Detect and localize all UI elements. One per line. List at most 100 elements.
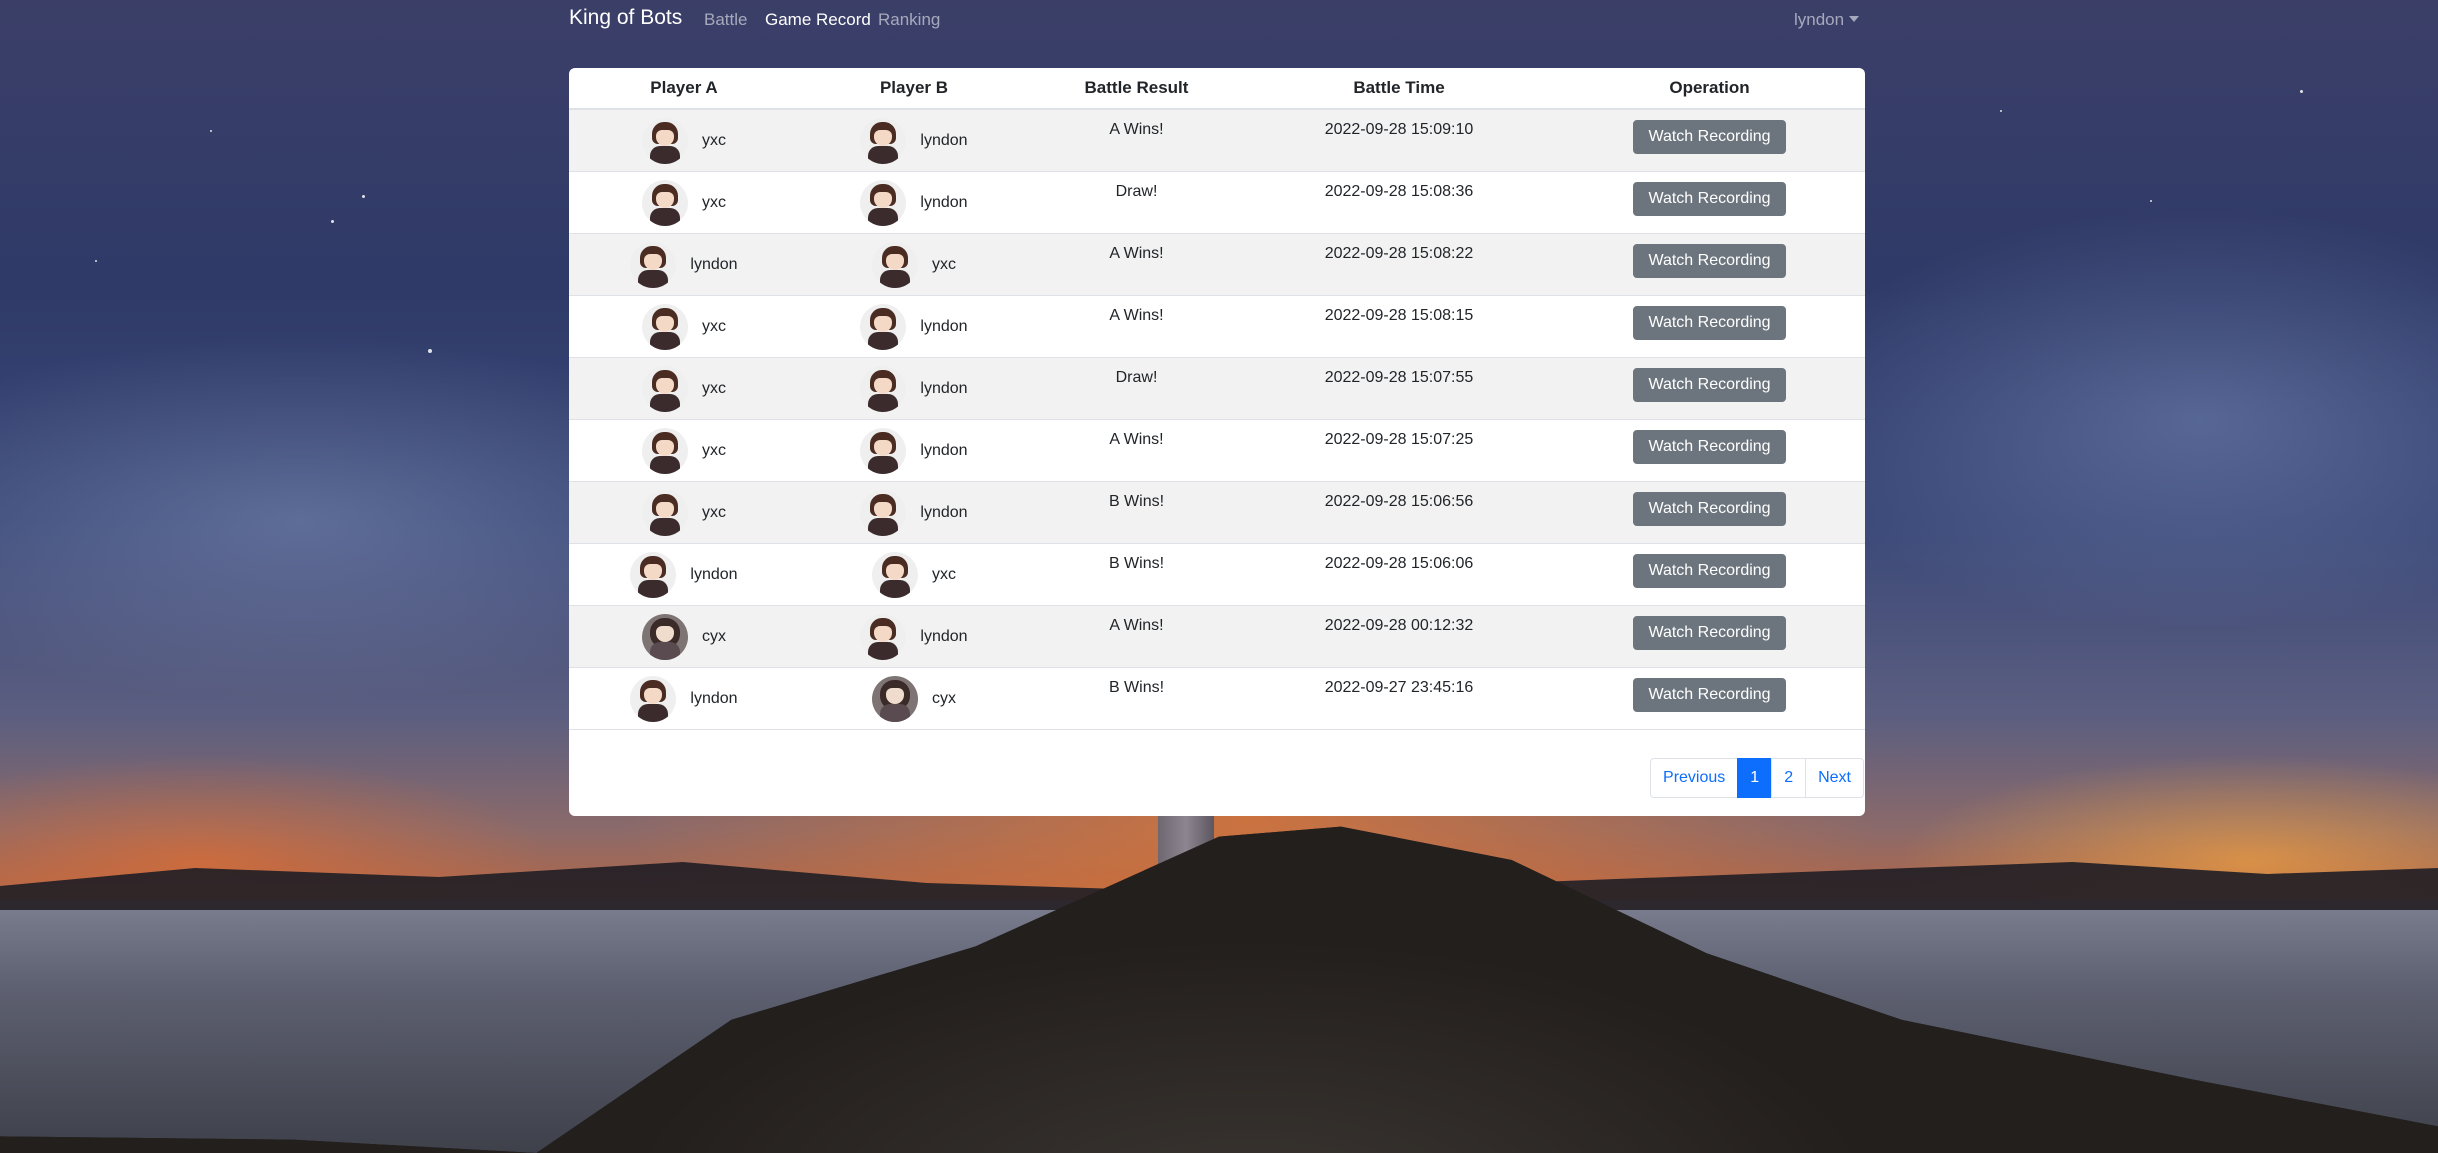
battle-result: Draw! [1115,182,1158,200]
avatar [860,427,907,474]
table-row: cyx lyndon A Wins! 2022-09-28 00:12:32 Watch… [569,605,1865,668]
avatar-body [868,517,899,536]
watch-recording-button[interactable]: Watch Recording [1633,677,1786,712]
avatar [642,118,688,164]
battle-result: A Wins! [1109,244,1164,262]
avatar-face [656,501,674,518]
player-a-name: yxc [702,132,726,149]
watch-recording-button[interactable]: Watch Recording [1633,429,1786,464]
header-battle-time: Battle Time [1244,68,1554,110]
watch-recording-button[interactable]: Watch Recording [1633,305,1786,340]
pagination-page-2[interactable]: 2 [1771,758,1807,798]
battle-time: 2022-09-28 15:06:56 [1324,492,1474,510]
pagination-next[interactable]: Next [1805,758,1864,798]
battle-time: 2022-09-28 15:08:22 [1324,244,1474,262]
avatar [630,241,677,288]
table-row: yxc lyndon A Wins! 2022-09-28 15:09:10 Watch… [569,109,1865,172]
avatar-face [886,253,904,270]
battle-result: A Wins! [1109,121,1164,138]
cell-battle-time: 2022-09-27 23:45:16 [1244,667,1554,730]
cell-battle-time: 2022-09-28 15:06:56 [1244,481,1554,544]
cell-player-b: yxc [799,543,1029,606]
cell-battle-time: 2022-09-28 15:08:36 [1244,171,1554,234]
cell-battle-time: 2022-09-28 15:08:15 [1244,295,1554,358]
cell-player-a: yxc [569,357,799,420]
player-a-name: lyndon [690,565,738,583]
header-player-b: Player B [799,68,1029,110]
cell-operation: Watch Recording [1554,419,1865,482]
watch-recording-button[interactable]: Watch Recording [1633,367,1786,402]
pagination-previous[interactable]: Previous [1650,758,1739,798]
avatar-body [868,331,899,350]
star [2150,200,2152,202]
star [2300,90,2303,93]
star [210,130,212,132]
caret-down-icon [1849,16,1860,22]
cell-operation: Watch Recording [1554,233,1865,296]
watch-recording-button[interactable]: Watch Recording [1633,615,1786,650]
avatar [642,427,688,474]
player-a-name: lyndon [690,689,738,707]
cell-player-b: lyndon [799,419,1029,482]
nav-link-game-record[interactable]: Game Record [765,10,871,30]
watch-recording-button[interactable]: Watch Recording [1633,243,1786,278]
player-b-name: yxc [932,565,956,583]
player-b: lyndon [860,179,968,226]
cell-player-a: yxc [569,109,799,172]
avatar-body [650,207,680,226]
cell-player-b: lyndon [799,295,1029,358]
avatar-body [650,331,680,350]
avatar [642,489,688,536]
battle-result: Draw! [1115,368,1158,386]
player-b-name: lyndon [920,627,968,645]
battle-result: A Wins! [1109,430,1164,448]
nav-link-ranking[interactable]: Ranking [878,10,940,30]
battle-result: B Wins! [1108,492,1165,510]
avatar [872,551,918,598]
player-b: lyndon [860,613,968,660]
cell-player-a: yxc [569,481,799,544]
user-dropdown[interactable]: lyndon [1794,10,1860,30]
avatar-body [868,393,899,412]
avatar [642,365,688,412]
cell-player-a: lyndon [569,667,799,730]
player-a: lyndon [630,551,738,598]
player-a: yxc [642,303,726,350]
player-a: yxc [642,118,726,164]
table-row: lyndon cyx B Wins! 2022-09-27 23:45:16 Watch… [569,667,1865,730]
game-record-table: Player A Player B Battle Result Battle T… [569,68,1865,730]
player-a: lyndon [630,675,738,722]
cell-battle-result: Draw! [1029,357,1244,420]
watch-recording-button[interactable]: Watch Recording [1633,181,1786,216]
cell-operation: Watch Recording [1554,109,1865,172]
avatar-body [868,207,899,226]
avatar [642,613,688,660]
user-name: lyndon [1794,10,1845,29]
cell-battle-time: 2022-09-28 15:09:10 [1244,109,1554,172]
watch-recording-button[interactable]: Watch Recording [1633,553,1786,588]
pagination-page-1[interactable]: 1 [1737,758,1773,798]
player-b-name: lyndon [920,317,968,335]
avatar-body [650,146,680,164]
cell-operation: Watch Recording [1554,543,1865,606]
player-a: yxc [642,179,726,226]
watch-recording-button[interactable]: Watch Recording [1633,491,1786,526]
battle-time: 2022-09-28 15:06:06 [1324,554,1474,572]
cell-player-b: cyx [799,667,1029,730]
player-b-name: yxc [932,255,956,273]
brand-link[interactable]: King of Bots [569,6,682,30]
nav-link-battle[interactable]: Battle [704,10,747,30]
avatar [872,241,918,288]
watch-recording-button[interactable]: Watch Recording [1633,120,1786,154]
battle-time: 2022-09-28 15:07:55 [1324,368,1474,386]
avatar-face [656,625,674,642]
avatar-body [880,703,910,722]
avatar-face [886,563,904,580]
table-row: yxc lyndon B Wins! 2022-09-28 15:06:56 Watch… [569,481,1865,544]
player-a: lyndon [630,241,738,288]
player-a: cyx [642,613,726,660]
avatar-body [868,455,899,474]
battle-time: 2022-09-27 23:45:16 [1324,678,1474,696]
avatar [860,303,907,350]
header-battle-result: Battle Result [1029,68,1244,110]
